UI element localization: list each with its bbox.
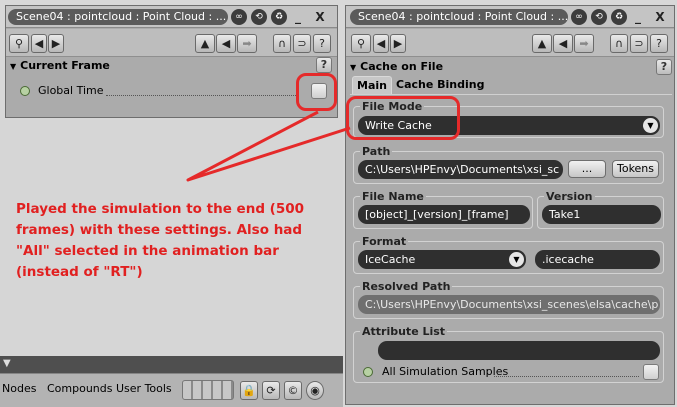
annotation-note: Played the simulation to the end (500 fr…	[16, 201, 305, 280]
